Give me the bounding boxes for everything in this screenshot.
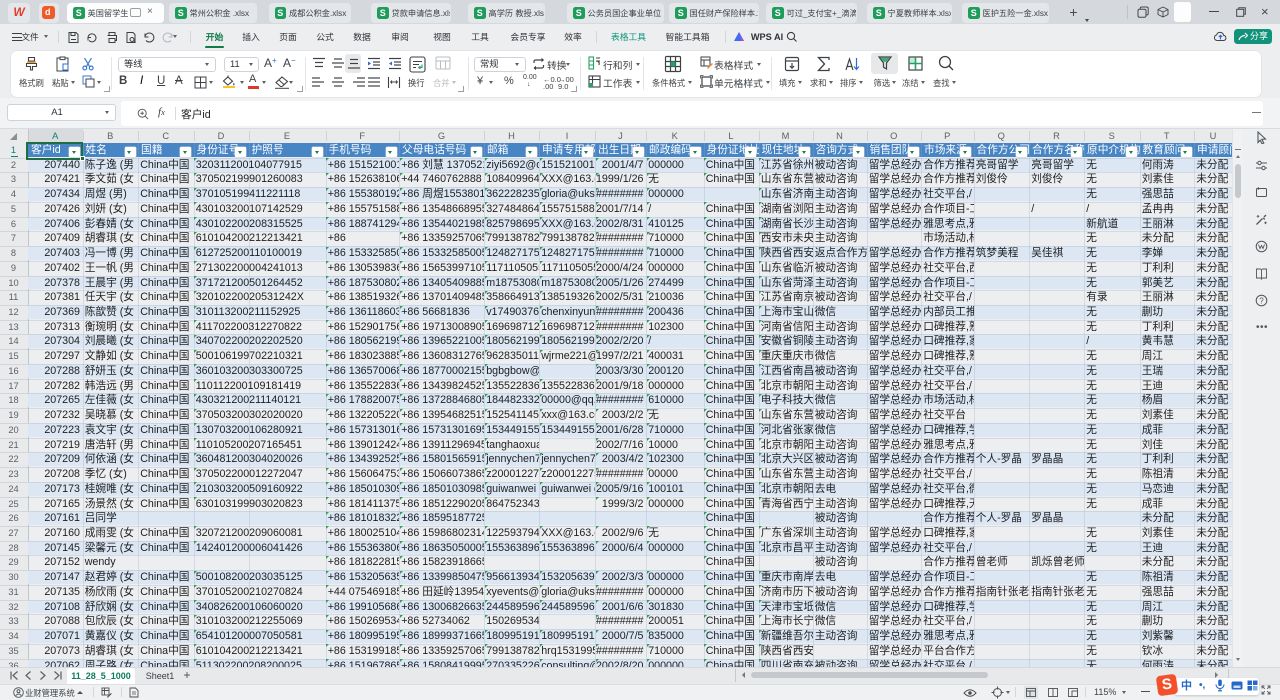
svg-text:?: ? — [1259, 296, 1264, 305]
